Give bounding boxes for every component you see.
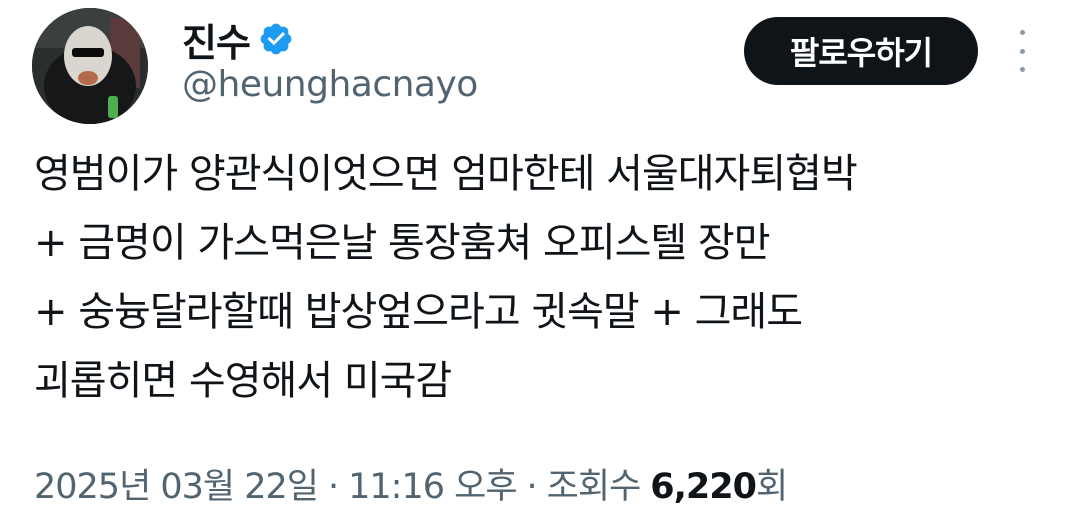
views-count: 6,220 <box>650 467 757 507</box>
meta-separator: · <box>526 467 538 507</box>
views-suffix: 회 <box>756 467 788 507</box>
verified-badge-icon <box>260 23 292 55</box>
author-handle[interactable]: @heunghacnayo <box>182 64 478 105</box>
more-dot <box>1019 30 1025 35</box>
tweet-text-line: + 금명이 가스먹은날 통장훔쳐 오피스텔 장만 <box>34 220 771 266</box>
tweet-text-line: 영범이가 양관식이엇으면 엄마한테 서울대자퇴협박 <box>34 151 858 197</box>
tweet-text-line: + 숭늉달라할때 밥상엎으라고 귓속말 + 그래도 <box>34 289 803 335</box>
tweet-date[interactable]: 2025년 03월 22일 <box>34 458 319 509</box>
tweet-text-line: 괴롭히면 수영해서 미국감 <box>34 358 452 404</box>
avatar-image <box>32 8 148 124</box>
tweet-meta: 2025년 03월 22일 · 11:16 오후 · 조회수 6,220 회 <box>34 458 788 509</box>
author-name-row: 진수 <box>182 12 294 67</box>
meta-separator: · <box>328 467 339 507</box>
follow-button[interactable]: 팔로우하기 <box>744 17 978 85</box>
more-dot <box>1019 67 1025 72</box>
author-display-name[interactable]: 진수 <box>182 12 251 67</box>
views-label: 조회수 <box>546 467 642 507</box>
avatar[interactable] <box>32 8 148 124</box>
tweet-text: 영범이가 양관식이엇으면 엄마한테 서울대자퇴협박 + 금명이 가스먹은날 통장… <box>34 140 1064 416</box>
tweet-time[interactable]: 11:16 오후 <box>348 458 517 509</box>
more-dot <box>1019 48 1025 54</box>
more-vertical-icon[interactable] <box>1010 30 1034 72</box>
tweet-card: 진수 @heunghacnayo 팔로우하기 영범이가 양관식이엇으면 엄마한테… <box>0 0 1080 521</box>
